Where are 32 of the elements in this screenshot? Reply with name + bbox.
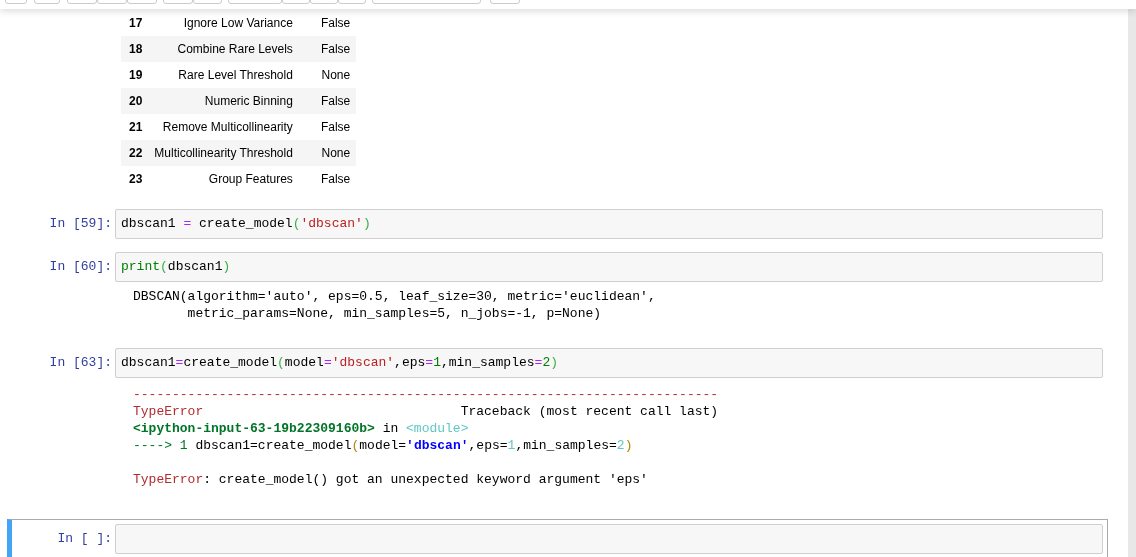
row-index: 20 xyxy=(121,88,149,114)
table-cell: Multicollinearity Threshold xyxy=(148,140,299,166)
row-index: 18 xyxy=(121,36,149,62)
row-index: 21 xyxy=(121,114,149,140)
table-cell: Remove Multicollinearity xyxy=(148,114,299,140)
table-cell: False xyxy=(298,88,357,114)
error-traceback: --------------------------------------------------------------------------- TypeError Traceback (most recent call last) <ipython-input-63-19b22309160b> in <module> ----> 1 dbscan1=create_model(model='dbscan',eps=1,min_samples=2) TypeError: create_model() got an unexpected keyword argument 'eps' xyxy=(133,386,719,488)
cell-prompt: In [63]: xyxy=(49,354,112,372)
row-index: 23 xyxy=(121,166,149,192)
code-input[interactable]: print(dbscan1) xyxy=(115,252,1103,282)
cell-prompt: In [ ]: xyxy=(57,530,112,548)
table-cell: Numeric Binning xyxy=(148,88,299,114)
table-cell: False xyxy=(298,166,357,192)
table-cell: Ignore Low Variance xyxy=(148,10,299,36)
row-index: 22 xyxy=(121,140,149,166)
row-index: 19 xyxy=(121,62,149,88)
cell-prompt: In [59]: xyxy=(49,215,112,233)
table-cell: Combine Rare Levels xyxy=(148,36,299,62)
table-cell: Group Features xyxy=(148,166,299,192)
code-input[interactable] xyxy=(115,524,1103,554)
table-cell: None xyxy=(298,140,357,166)
cell-prompt: In [60]: xyxy=(49,258,112,276)
row-index: 17 xyxy=(121,10,149,36)
table-cell: Rare Level Threshold xyxy=(148,62,299,88)
table-cell: None xyxy=(298,62,357,88)
table-cell: False xyxy=(298,114,357,140)
code-input[interactable]: dbscan1 = create_model('dbscan') xyxy=(115,209,1103,239)
table-cell: False xyxy=(298,36,357,62)
output-text: DBSCAN(algorithm='auto', eps=0.5, leaf_size=30, metric='euclidean', metric_params=None, min_samples=5, n_jobs=-1, p=None) xyxy=(133,288,656,322)
code-input[interactable]: dbscan1=create_model(model='dbscan',eps=1,min_samples=2) xyxy=(115,348,1103,378)
scrollbar[interactable] xyxy=(1128,9,1136,557)
table-cell: False xyxy=(298,10,357,36)
